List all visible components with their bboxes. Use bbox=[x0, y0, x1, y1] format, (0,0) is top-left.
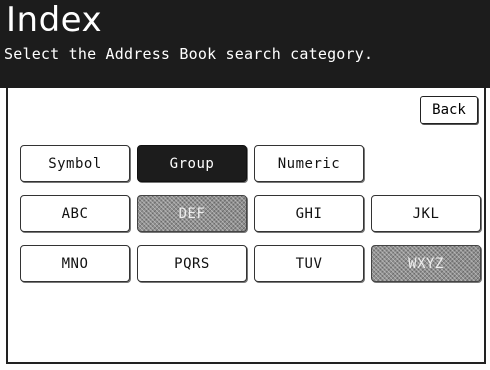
page-instruction: Select the Address Book search category. bbox=[4, 45, 374, 63]
category-button-numeric[interactable]: Numeric bbox=[254, 145, 364, 182]
page-title: Index bbox=[6, 0, 103, 40]
category-button-pqrs[interactable]: PQRS bbox=[137, 245, 247, 282]
category-button-tuv[interactable]: TUV bbox=[254, 245, 364, 282]
category-button-symbol[interactable]: Symbol bbox=[20, 145, 130, 182]
header-bar: Index Select the Address Book search cat… bbox=[0, 0, 490, 88]
category-button-wxyz: WXYZ bbox=[371, 245, 481, 282]
category-button-ghi[interactable]: GHI bbox=[254, 195, 364, 232]
back-button[interactable]: Back bbox=[420, 96, 478, 124]
category-button-group[interactable]: Group bbox=[137, 145, 247, 182]
category-button-jkl[interactable]: JKL bbox=[371, 195, 481, 232]
category-button-mno[interactable]: MNO bbox=[20, 245, 130, 282]
address-book-index-screen: Index Select the Address Book search cat… bbox=[0, 0, 490, 370]
category-button-def: DEF bbox=[137, 195, 247, 232]
category-button-abc[interactable]: ABC bbox=[20, 195, 130, 232]
